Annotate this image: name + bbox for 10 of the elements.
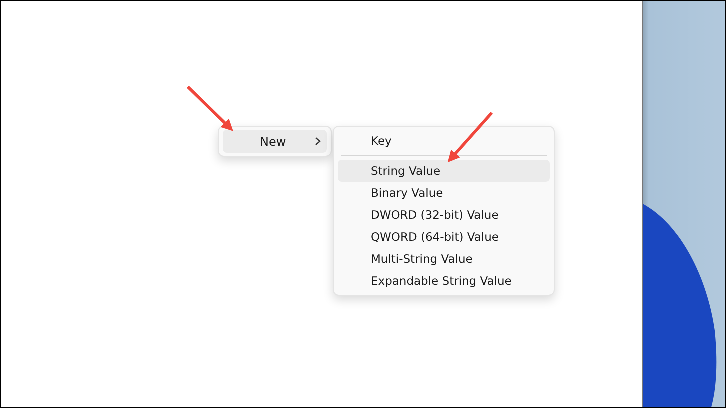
menu-item[interactable]: New [223, 130, 327, 153]
menu-item[interactable]: DWORD (32-bit) Value [338, 204, 550, 226]
menu-item[interactable]: Key [338, 130, 550, 152]
annotation-arrow [186, 86, 234, 132]
annotation-arrow [448, 112, 494, 163]
menu-item[interactable]: String Value [338, 160, 550, 182]
menu-item[interactable]: Expandable String Value [338, 270, 550, 292]
menu-item[interactable]: Binary Value [338, 182, 550, 204]
menu-item[interactable]: QWORD (64-bit) Value [338, 226, 550, 248]
menu-item[interactable]: Multi-String Value [338, 248, 550, 270]
